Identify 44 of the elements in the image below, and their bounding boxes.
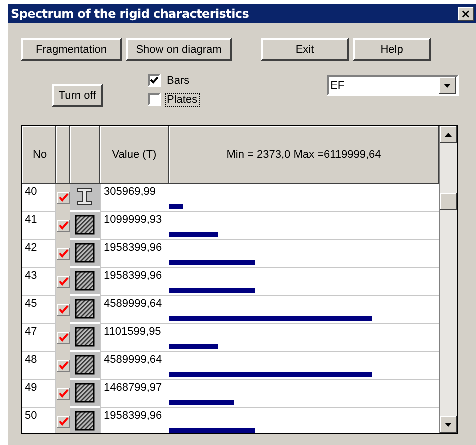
row-checkbox[interactable] [56, 332, 70, 344]
turn-off-button[interactable]: Turn off [52, 84, 103, 107]
toolbar-button[interactable]: Exit [261, 38, 349, 61]
column-header: Min = 2373,0 Max =6119999,64 [169, 126, 439, 184]
checkbox[interactable] [148, 74, 161, 87]
row-checkbox[interactable] [56, 416, 70, 428]
hatched-square-icon [74, 410, 96, 432]
table-cell: 1958399,96 [100, 268, 169, 296]
table-cell: 1958399,96 [100, 240, 169, 268]
hatched-square-icon [74, 298, 96, 320]
row-checkbox[interactable] [56, 192, 70, 204]
hatched-square-icon [74, 242, 96, 264]
checkbox-label[interactable]: Bars [166, 74, 191, 86]
toolbar-button[interactable]: Help [353, 38, 431, 61]
close-button[interactable]: × [458, 6, 474, 20]
hatched-square-icon [74, 214, 96, 236]
scroll-thumb[interactable] [440, 193, 457, 210]
table-cell: 4589999,64 [100, 296, 169, 324]
row-checkbox[interactable] [56, 304, 70, 316]
column-header: No [22, 126, 56, 184]
dropdown[interactable]: EF [326, 75, 459, 96]
hatched-square-icon [74, 354, 96, 376]
table-cell: 4589999,64 [100, 352, 169, 380]
table-cell: 1468799,97 [100, 380, 169, 408]
row-checkbox[interactable] [56, 276, 70, 288]
column-header: Value (T) [100, 126, 169, 184]
toolbar-button[interactable]: Fragmentation [21, 38, 122, 61]
hatched-square-icon [74, 382, 96, 404]
row-checkbox[interactable] [56, 360, 70, 372]
hatched-square-icon [74, 326, 96, 348]
toolbar-button[interactable]: Show on diagram [126, 38, 232, 61]
row-checkbox[interactable] [56, 388, 70, 400]
row-checkbox[interactable] [56, 248, 70, 260]
row-checkbox[interactable] [56, 220, 70, 232]
checkbox-label[interactable]: Plates [166, 94, 199, 106]
scroll-down-icon[interactable] [440, 416, 457, 433]
window-title: Spectrum of the rigid characteristics [11, 6, 250, 20]
checkbox[interactable] [148, 93, 161, 106]
hatched-square-icon [74, 270, 96, 292]
table-cell: 1101599,95 [100, 324, 169, 352]
scrollbar[interactable] [439, 126, 457, 433]
table-cell: 1099999,93 [100, 212, 169, 240]
scroll-up-icon[interactable] [440, 126, 457, 143]
table-cell: 305969,99 [100, 184, 169, 212]
